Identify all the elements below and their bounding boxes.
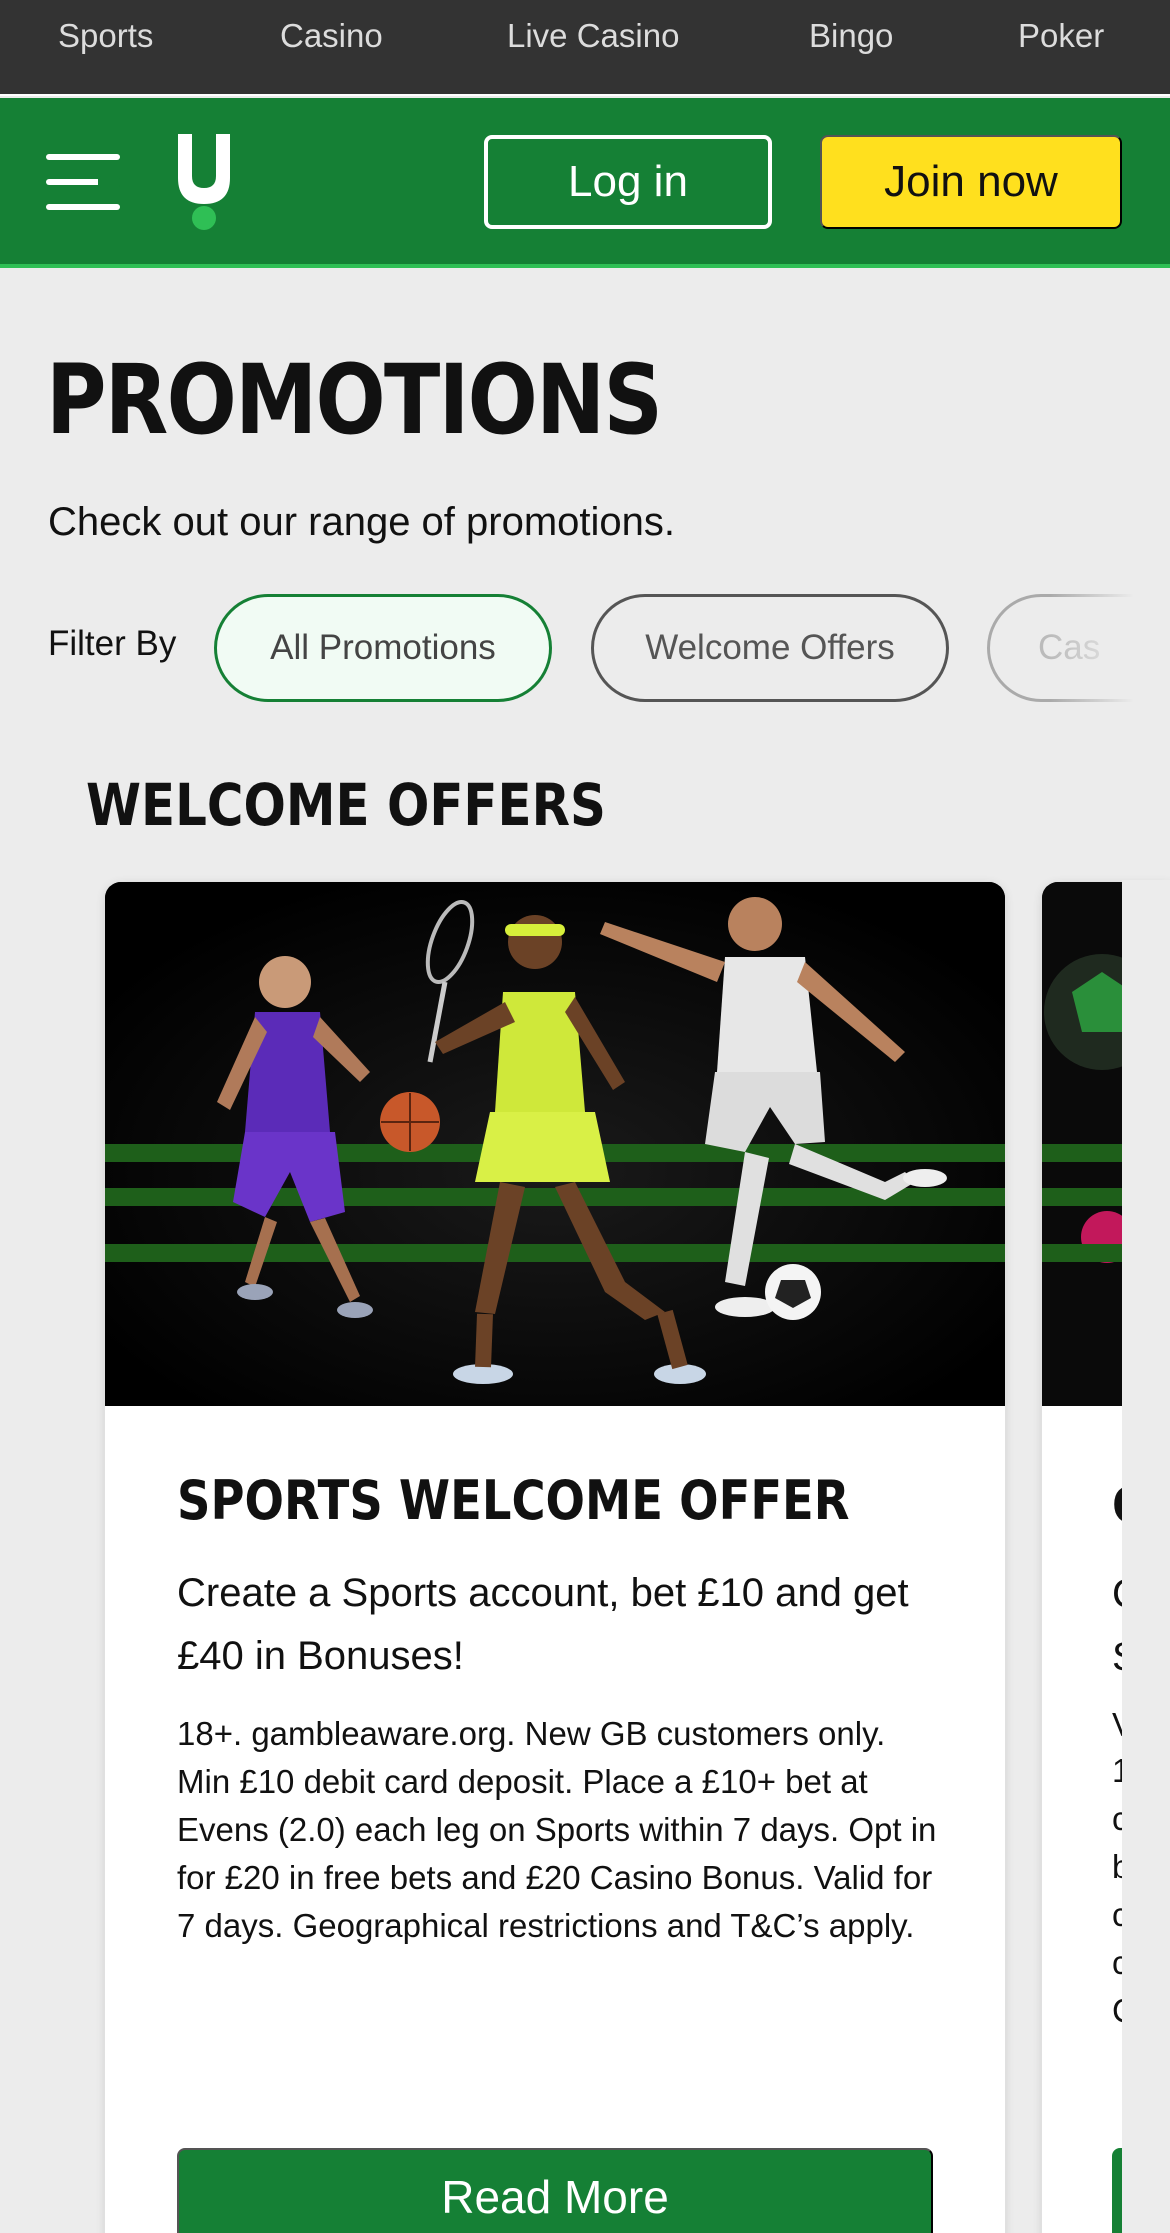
nav-item-casino[interactable]: Casino [280, 0, 383, 72]
nav-item-sports[interactable]: Sports [58, 0, 153, 72]
section-title-welcome-offers: WELCOME OFFERS [86, 771, 606, 839]
athletes-illustration [105, 882, 1005, 1406]
filter-label: Filter By [48, 624, 177, 663]
promo-card-headline: Create a Sports account, bet £10 and get… [177, 1571, 909, 1678]
read-more-button[interactable]: Read More [177, 2148, 933, 2233]
promo-card-image [105, 882, 1005, 1406]
filter-chip-welcome-offers[interactable]: Welcome Offers [591, 594, 949, 702]
carousel-edge [1122, 880, 1170, 2233]
filter-chip-all-promotions[interactable]: All Promotions [214, 594, 552, 702]
nav-item-live-casino[interactable]: Live Casino [507, 0, 679, 72]
unibet-logo-icon[interactable] [176, 134, 232, 230]
join-now-button[interactable]: Join now [820, 135, 1122, 229]
product-nav: Sports Casino Live Casino Bingo Poker [0, 0, 1170, 96]
nav-item-bingo[interactable]: Bingo [809, 0, 893, 72]
promo-card-title: SPORTS WELCOME OFFER [177, 1469, 850, 1532]
promo-card-sports-welcome[interactable]: SPORTS WELCOME OFFER Create a Sports acc… [105, 882, 1005, 2233]
menu-icon[interactable] [46, 154, 120, 212]
promo-card-terms: 18+. gambleaware.org. New GB customers o… [177, 1715, 937, 1944]
page-subtitle: Check out our range of promotions. [48, 500, 676, 544]
page-title: PROMOTIONS [46, 344, 663, 456]
nav-item-poker[interactable]: Poker [1018, 0, 1104, 72]
filter-scroll-fade [1050, 590, 1170, 706]
site-header: Log in Join now [0, 98, 1170, 268]
login-button[interactable]: Log in [484, 135, 772, 229]
